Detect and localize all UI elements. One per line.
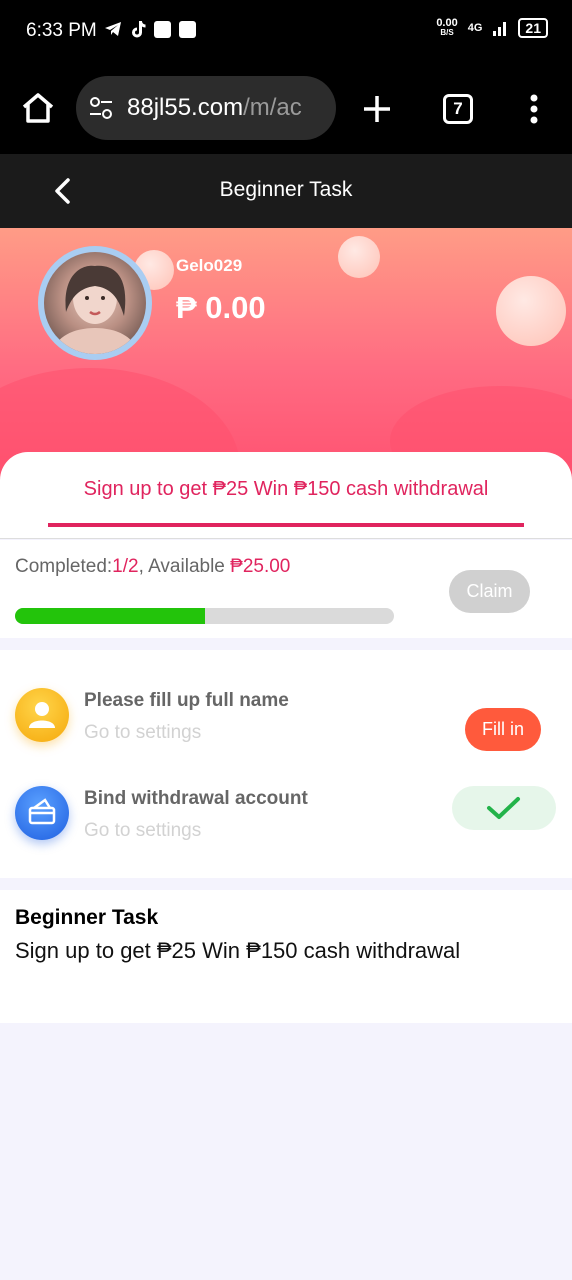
page-title: Beginner Task	[219, 178, 353, 201]
address-bar[interactable]: 88jl55.com/m/ac	[76, 76, 336, 140]
home-icon[interactable]	[20, 90, 56, 126]
notification-square-icon	[179, 20, 196, 38]
task-item-withdrawal-account: Bind withdrawal account Go to settings	[0, 772, 572, 862]
task-title: Please fill up full name	[84, 690, 289, 711]
task-description: Beginner Task Sign up to get ₱25 Win ₱15…	[0, 890, 572, 1023]
new-tab-icon[interactable]	[362, 94, 392, 124]
decorative-bubble	[338, 236, 380, 278]
tiktok-icon	[132, 21, 146, 38]
balance: ₱ 0.00	[176, 290, 266, 325]
task-list: Please fill up full name Go to settings …	[0, 650, 572, 878]
status-time: 6:33 PM	[26, 20, 97, 41]
claim-button[interactable]: Claim	[449, 570, 530, 613]
avatar-portrait-icon	[55, 265, 135, 354]
notification-square-icon	[154, 20, 171, 38]
tab-active-indicator	[48, 523, 524, 527]
network-speed: 0.00 B/S	[436, 17, 458, 38]
site-settings-icon[interactable]	[88, 96, 114, 120]
profile-banner: Gelo029 ₱ 0.00	[0, 228, 572, 488]
battery-icon: 21	[518, 18, 548, 38]
status-bar: 6:33 PM 0.00 B/S 4G 21	[0, 0, 572, 64]
checkmark-icon	[487, 797, 520, 819]
signal-icon	[493, 22, 507, 36]
telegram-icon	[105, 22, 121, 36]
tab-signup-task[interactable]: Sign up to get ₱25 Win ₱150 cash withdra…	[0, 478, 572, 501]
user-icon	[15, 688, 69, 742]
description-text: Sign up to get ₱25 Win ₱150 cash withdra…	[15, 938, 461, 963]
progress-bar	[15, 608, 394, 624]
progress-bar-fill	[15, 608, 205, 624]
card-icon	[15, 786, 69, 840]
task-subtitle[interactable]: Go to settings	[84, 722, 201, 744]
task-title: Bind withdrawal account	[84, 788, 308, 809]
status-right: 0.00 B/S 4G 21	[436, 18, 548, 38]
avatar[interactable]	[38, 246, 152, 360]
browser-toolbar: 88jl55.com/m/ac 7	[0, 64, 572, 154]
fill-in-button[interactable]: Fill in	[465, 708, 541, 751]
notification-icons	[104, 20, 196, 38]
progress-card: Completed:1/2, Available ₱25.00 Claim	[0, 540, 572, 638]
app-header: Beginner Task	[0, 154, 572, 228]
username: Gelo029	[176, 256, 243, 275]
decorative-bubble	[496, 276, 566, 346]
avatar-photo	[44, 252, 146, 354]
progress-summary: Completed:1/2, Available ₱25.00	[15, 556, 291, 577]
task-completed-button[interactable]	[452, 786, 556, 830]
description-title: Beginner Task	[15, 906, 159, 929]
task-item-full-name: Please fill up full name Go to settings …	[0, 674, 572, 764]
more-menu-icon[interactable]	[530, 94, 538, 124]
network-type: 4G	[467, 22, 483, 34]
task-tab-bar: Sign up to get ₱25 Win ₱150 cash withdra…	[0, 452, 572, 539]
task-subtitle[interactable]: Go to settings	[84, 820, 201, 842]
tab-switcher-button[interactable]: 7	[443, 94, 473, 124]
url-text: 88jl55.com/m/ac	[127, 94, 302, 121]
